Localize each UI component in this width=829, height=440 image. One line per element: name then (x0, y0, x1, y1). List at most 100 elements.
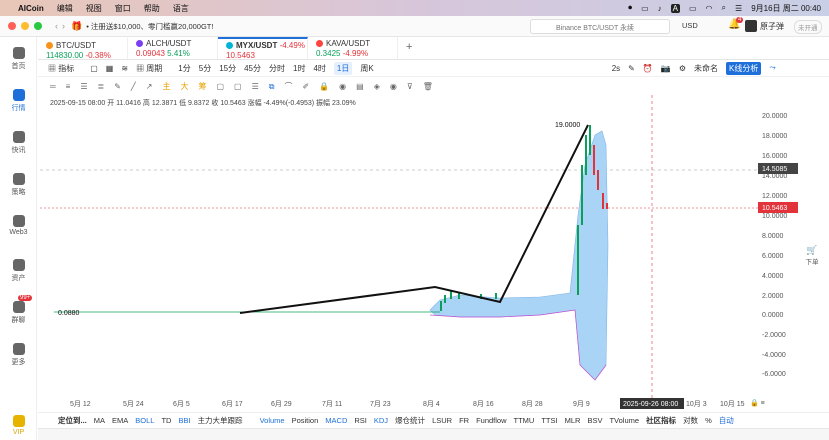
ind-ema[interactable]: EMA (112, 416, 128, 425)
ind-bbi[interactable]: BBI (178, 416, 190, 425)
tab-btc-usdt[interactable]: BTC/USDT 114830.00 -0.38% (38, 37, 128, 60)
magnet-icon[interactable]: ⌒ (284, 81, 292, 92)
period-1m[interactable]: 1分 (178, 63, 190, 74)
period-1d[interactable]: 1日 (333, 61, 353, 75)
trash-icon[interactable]: 🗑 (423, 82, 433, 91)
period-week[interactable]: 周K (360, 63, 373, 74)
sidebar-item-vip[interactable]: VIP (0, 415, 37, 436)
ind-volume[interactable]: Volume (260, 416, 285, 425)
percent-scale[interactable]: % (705, 416, 712, 425)
alarm-icon[interactable]: ⏰ (643, 64, 653, 73)
layers-icon[interactable]: ◈ (374, 82, 380, 91)
sidebar-item-strategy[interactable]: 策略 (0, 173, 37, 197)
period-15m[interactable]: 15分 (219, 63, 236, 74)
input-source[interactable]: A (670, 3, 680, 13)
template-select[interactable]: 未命名 (694, 63, 718, 74)
tab-alch-usdt[interactable]: ALCH/USDT 0.09043 5.41% (128, 37, 218, 59)
menu-language[interactable]: 语言 (173, 3, 189, 14)
sidebar-item-chat[interactable]: 群聊 99+ (0, 295, 37, 325)
close-button[interactable] (8, 22, 16, 30)
menu-view[interactable]: 视图 (86, 3, 102, 14)
log-scale[interactable]: 对数 (683, 415, 698, 426)
copy-icon[interactable]: ⧉ (269, 82, 275, 92)
menu-edit[interactable]: 编辑 (57, 3, 73, 14)
ind-macd[interactable]: MACD (325, 416, 347, 425)
line-style-icon[interactable]: ≋ (121, 64, 128, 73)
ind-rsi[interactable]: RSI (354, 416, 367, 425)
refresh-rate[interactable]: 2s (612, 64, 620, 73)
app-name[interactable]: AICoin (18, 4, 44, 13)
gift-icon[interactable]: 🎁 (71, 21, 82, 32)
eye-icon[interactable]: ◉ (339, 82, 346, 91)
zoom-button[interactable] (34, 22, 42, 30)
settings-icon[interactable]: ⚙ (679, 64, 686, 73)
period-4h[interactable]: 4时 (313, 63, 325, 74)
box-icon[interactable]: ▢ (234, 82, 242, 91)
sidebar-item-more[interactable]: 更多 (0, 343, 37, 367)
community-indicators[interactable]: 社区指标 (646, 415, 676, 426)
pen-icon[interactable]: ✐ (302, 82, 309, 91)
display-icon[interactable]: ▭ (641, 4, 649, 13)
edit-icon[interactable]: ✎ (628, 64, 635, 73)
sidebar-item-web3[interactable]: Web3 (0, 215, 37, 236)
sidebar-item-home[interactable]: 首页 (0, 47, 37, 71)
menu-window[interactable]: 窗口 (115, 3, 131, 14)
forward-icon[interactable]: › (62, 21, 65, 31)
tab-myx-usdt[interactable]: MYX/USDT -4.49% 10.5463 (218, 37, 308, 60)
currency-select[interactable]: USD (682, 21, 698, 30)
brush-icon[interactable]: ✎ (114, 82, 121, 91)
grid-layout-icon[interactable]: ▦ (106, 64, 114, 73)
indicator-main[interactable]: 主 (162, 81, 170, 92)
order-panel-toggle[interactable]: 🛒 下单 (801, 245, 823, 266)
menu-help[interactable]: 帮助 (144, 3, 160, 14)
ind-ttmu[interactable]: TTMU (514, 416, 535, 425)
horizontal-line-icon[interactable]: ═ (50, 82, 56, 91)
auto-scale[interactable]: 自动 (719, 415, 734, 426)
ind-liquidation[interactable]: 爆仓统计 (395, 415, 425, 426)
back-icon[interactable]: ‹ (55, 21, 58, 31)
ind-td[interactable]: TD (161, 416, 171, 425)
filter-icon[interactable]: ⊽ (407, 82, 413, 91)
ind-fundflow[interactable]: Fundflow (476, 416, 506, 425)
minimize-button[interactable] (21, 22, 29, 30)
ind-tvolume[interactable]: TVolume (609, 416, 639, 425)
camera-icon[interactable]: 📷 (661, 64, 671, 73)
ind-whale[interactable]: 主力大单跟踪 (198, 415, 243, 426)
record-icon[interactable]: ⏺ (628, 3, 632, 13)
period-45m[interactable]: 45分 (244, 63, 261, 74)
layout-icon[interactable]: ▢ (90, 64, 98, 73)
parallel-icon[interactable]: ☰ (80, 82, 87, 91)
username[interactable]: 原子弹 (760, 21, 784, 32)
indicator-button[interactable]: ▦ 指标 (48, 63, 82, 74)
lock-icon[interactable]: 🔒 (319, 82, 329, 91)
ind-position[interactable]: Position (292, 416, 319, 425)
share-icon[interactable]: ⤳ (769, 63, 775, 73)
ind-boll[interactable]: BOLL (135, 416, 154, 425)
period-1h[interactable]: 1时 (293, 63, 305, 74)
promo-notice[interactable]: • 注册送$10,000、零门槛赢20,000GT! (86, 21, 213, 32)
sidebar-item-assets[interactable]: 资产 (0, 259, 37, 283)
channel-icon[interactable]: ≡ (66, 82, 71, 91)
price-chart[interactable]: 19.0000 0.0880 20.0000 18.0000 16.0000 1… (40, 95, 829, 415)
period-button[interactable]: ▦ 周期 (136, 63, 170, 74)
sidebar-item-news[interactable]: 快讯 (0, 131, 37, 155)
search-icon[interactable]: ⌕ (722, 3, 726, 13)
ray-icon[interactable]: ↗ (146, 82, 153, 91)
list-icon[interactable]: ☰ (252, 82, 259, 91)
add-tab-button[interactable]: + (398, 37, 412, 59)
ind-ma[interactable]: MA (94, 416, 105, 425)
control-center-icon[interactable]: ☰ (735, 4, 742, 13)
locate-button[interactable]: 定位到... (58, 415, 87, 426)
ind-lsur[interactable]: LSUR (432, 416, 452, 425)
log-toggle[interactable]: 🔒 ≡ (750, 399, 765, 407)
music-icon[interactable]: ♪ (658, 4, 662, 13)
user-avatar[interactable] (745, 20, 757, 32)
battery-icon[interactable]: ▭ (689, 4, 697, 13)
ind-ttsi[interactable]: TTSI (541, 416, 557, 425)
period-timeline[interactable]: 分时 (269, 63, 285, 74)
ind-mlr[interactable]: MLR (565, 416, 581, 425)
box-icon[interactable]: ▢ (216, 82, 224, 91)
sidebar-item-market[interactable]: 行情 (0, 89, 37, 113)
wifi-icon[interactable]: ◠ (706, 4, 713, 13)
vip-status[interactable]: 未开通 (794, 20, 822, 34)
